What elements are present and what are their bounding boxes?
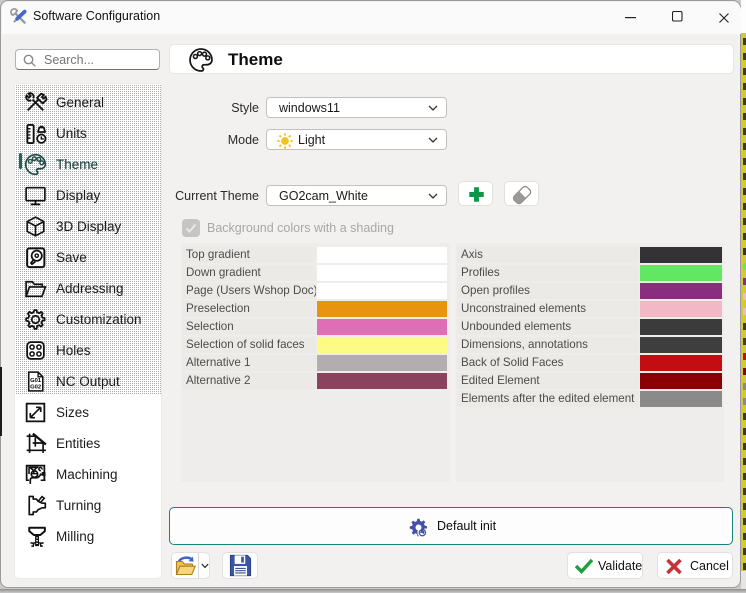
svg-text:G02: G02 bbox=[30, 384, 42, 390]
svg-text:G01: G01 bbox=[30, 378, 42, 384]
